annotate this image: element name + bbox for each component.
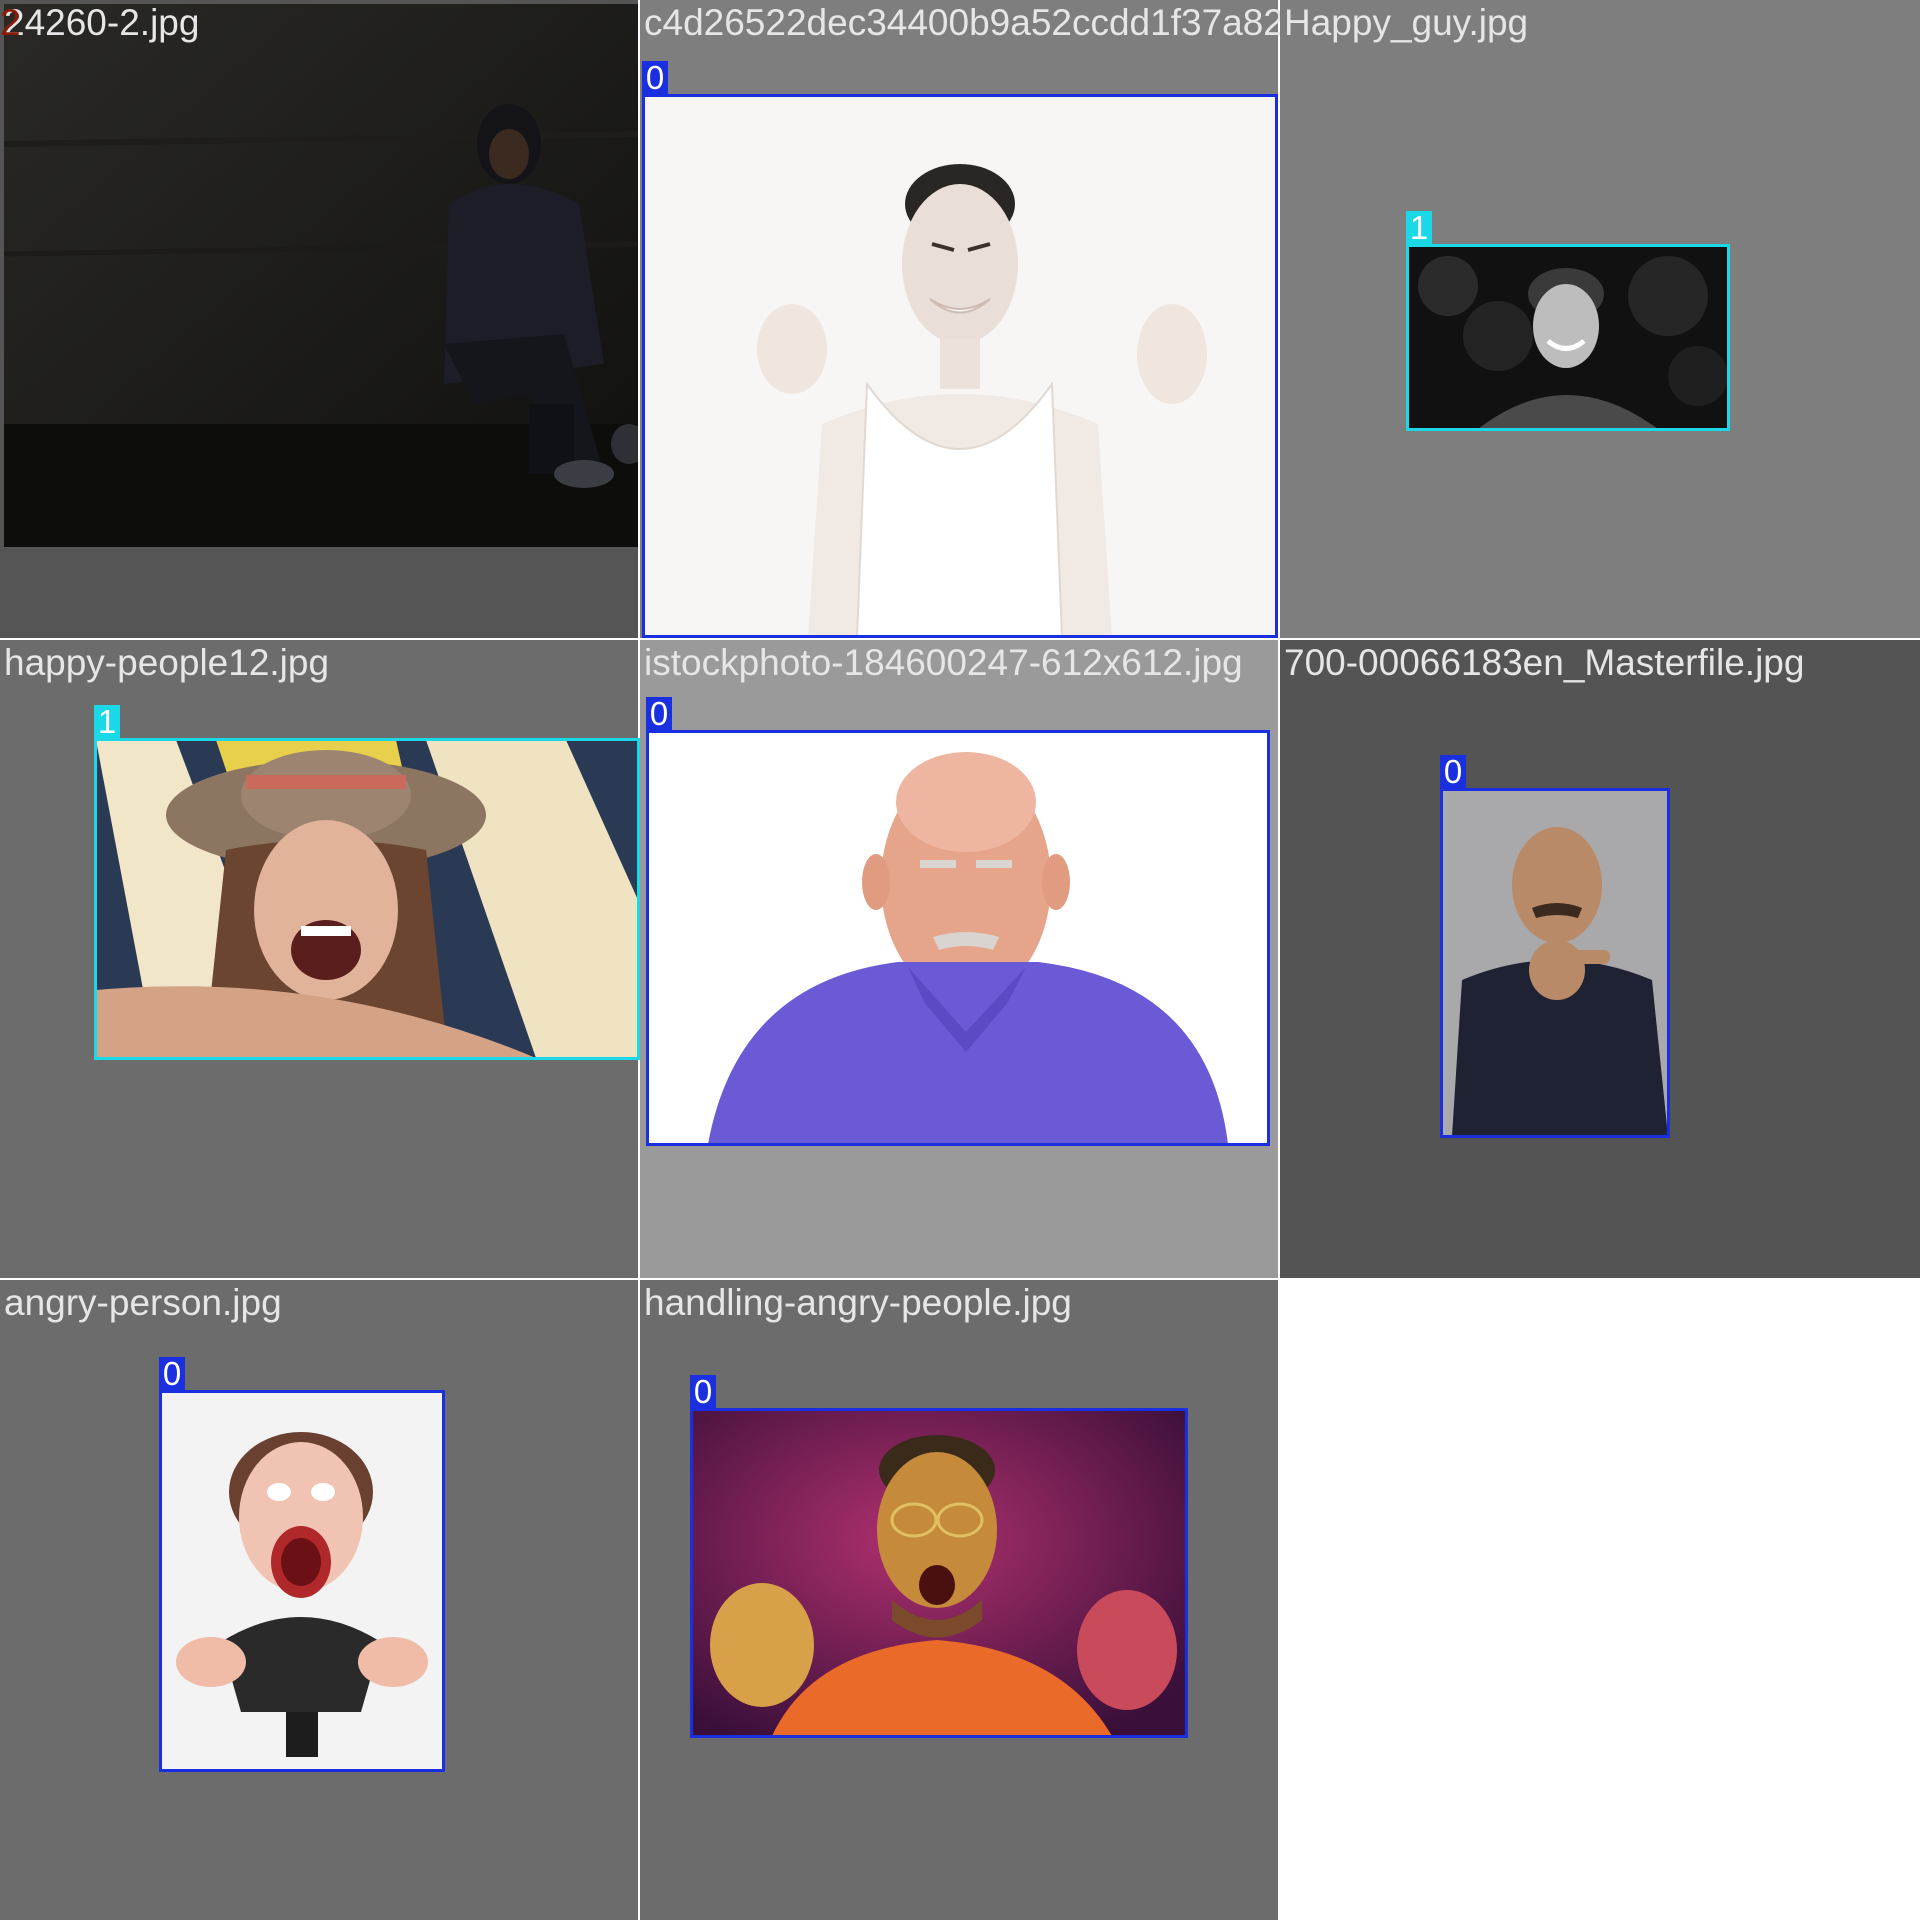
box-label-tag: 0 <box>642 61 668 95</box>
tile-happy-guy[interactable]: 1 Happy_guy.jpg <box>1278 0 1920 642</box>
box-label-tag: 2 <box>0 2 21 43</box>
bounding-box[interactable]: 0 <box>1440 755 1670 1138</box>
image-filename: Happy_guy.jpg <box>1284 2 1529 43</box>
tile-istockphoto-184600247[interactable]: 0 istockphoto-184600247-612x612.jpg <box>638 638 1282 1282</box>
box-label-tag: 0 <box>646 697 672 731</box>
bounding-box[interactable]: 0 <box>646 697 1270 1146</box>
bounding-box[interactable]: 0 <box>159 1357 445 1772</box>
image-filename: handling-angry-people.jpg <box>644 1282 1072 1323</box>
box-label-tag: 1 <box>94 705 120 739</box>
image-filename: istockphoto-184600247-612x612.jpg <box>644 642 1243 683</box>
batch-mosaic: 2 24260-2.jpg 0 c4d26522dec34400b9a52ccd… <box>0 0 1920 1920</box>
image-filename: c4d26522dec34400b9a52ccdd1f37a82.jpg <box>644 2 1280 43</box>
photo-hooded-man <box>4 4 638 547</box>
box-label-tag: 0 <box>690 1375 716 1409</box>
box-label-tag: 1 <box>1406 211 1432 245</box>
bounding-box[interactable]: 1 <box>94 705 640 1060</box>
box-label-tag: 0 <box>159 1357 185 1391</box>
tile-c4d26522[interactable]: 0 c4d26522dec34400b9a52ccdd1f37a82.jpg <box>638 0 1282 642</box>
tile-24260-2[interactable]: 2 24260-2.jpg <box>0 0 642 642</box>
box-label-tag: 0 <box>1440 755 1466 789</box>
tile-angry-person[interactable]: 0 angry-person.jpg <box>0 1278 642 1920</box>
bounding-box[interactable]: 1 <box>1406 211 1730 431</box>
bounding-box[interactable]: 0 <box>690 1375 1188 1738</box>
image-filename: angry-person.jpg <box>4 1282 282 1323</box>
image-filename: 24260-2.jpg <box>4 2 200 43</box>
bounding-box[interactable]: 0 <box>642 61 1278 638</box>
empty-tile <box>1278 1278 1920 1920</box>
image-filename: happy-people12.jpg <box>4 642 330 683</box>
tile-happy-people12[interactable]: 1 happy-people12.jpg <box>0 638 642 1282</box>
tile-700-00066183en-masterfile[interactable]: 0 700-00066183en_Masterfile.jpg <box>1278 638 1920 1282</box>
tile-handling-angry-people[interactable]: 0 handling-angry-people.jpg <box>638 1278 1282 1920</box>
image-filename: 700-00066183en_Masterfile.jpg <box>1284 642 1805 683</box>
